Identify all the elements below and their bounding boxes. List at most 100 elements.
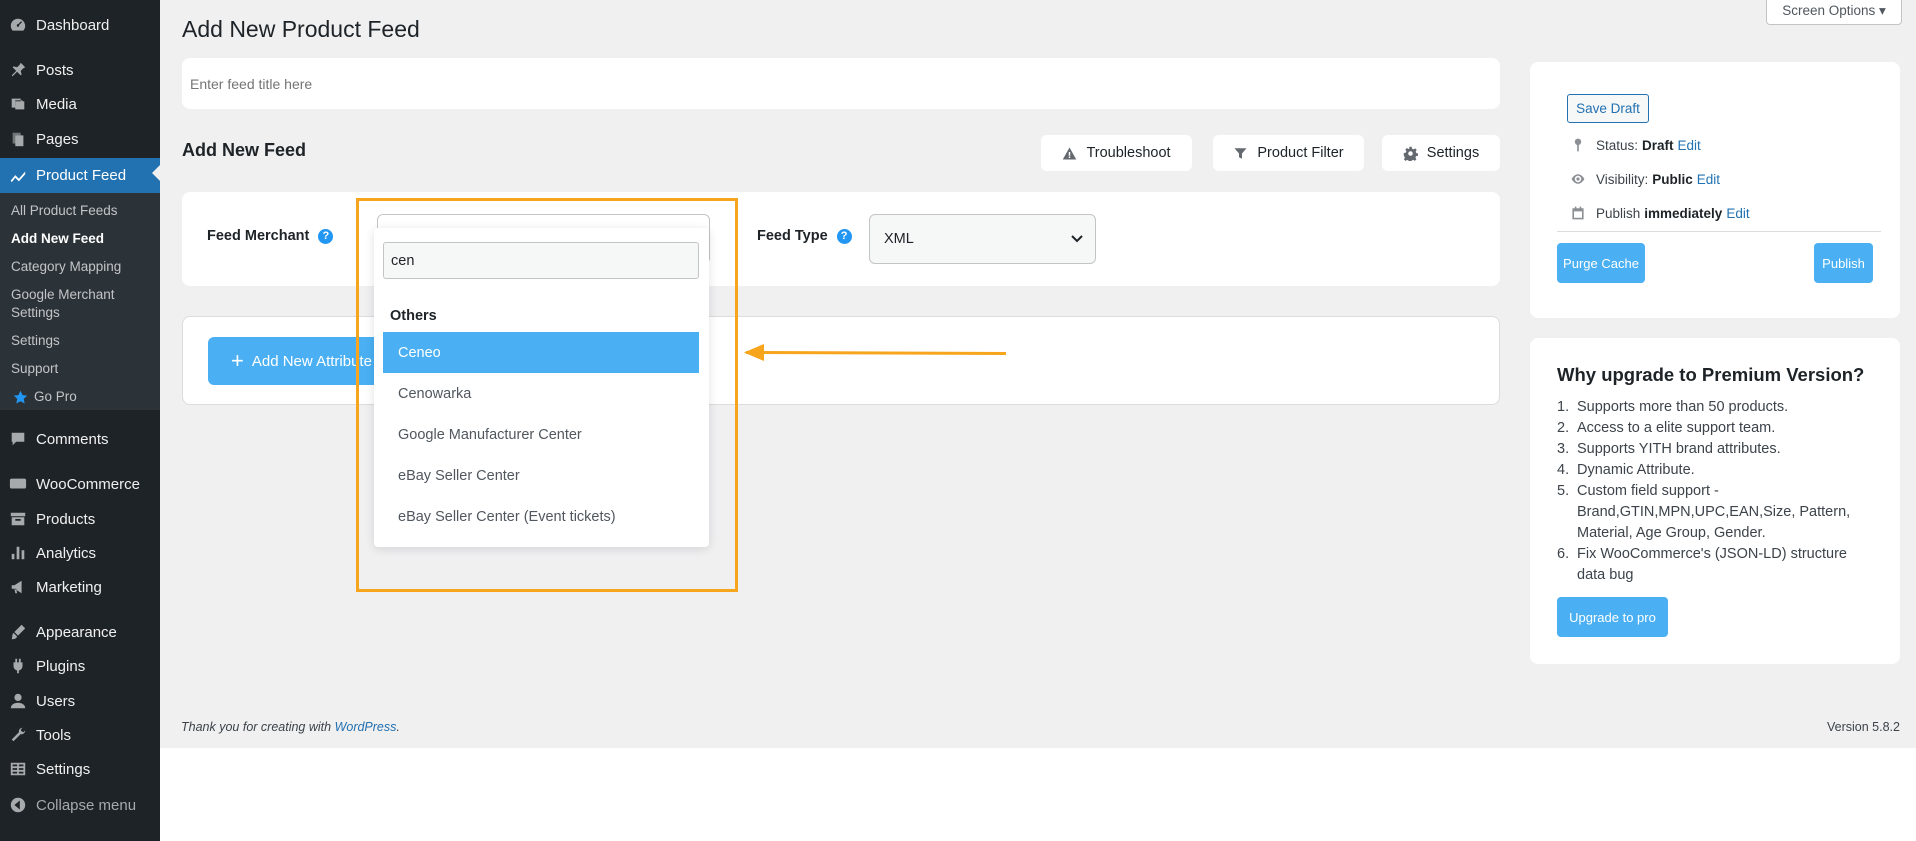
footer-period: .	[396, 720, 400, 734]
menu-users[interactable]: Users	[0, 686, 160, 716]
status-label: Status:	[1596, 137, 1639, 153]
menu-woocommerce[interactable]: WooCommerce	[0, 469, 160, 499]
feed-type-label: Feed Type ?	[757, 228, 852, 244]
help-icon[interactable]: ?	[318, 228, 334, 244]
pin-icon	[1574, 138, 1582, 152]
feed-type-select[interactable]: XML	[869, 214, 1096, 264]
submenu-go-pro[interactable]: Go Pro	[11, 388, 77, 406]
publish-label: Publish	[1596, 205, 1641, 221]
woo-icon	[9, 475, 27, 493]
menu-products[interactable]: Products	[0, 504, 160, 534]
settings-button[interactable]: Settings	[1382, 135, 1500, 171]
plug-icon	[9, 657, 27, 675]
upgrade-to-pro-button[interactable]: Upgrade to pro	[1557, 597, 1668, 637]
product-filter-label: Product Filter	[1257, 145, 1344, 161]
upgrade-list-item: 3. Supports YITH brand attributes.	[1557, 439, 1877, 460]
eye-icon	[1571, 174, 1585, 184]
menu-plugins[interactable]: Plugins	[0, 651, 160, 681]
menu-appearance-label: Appearance	[36, 623, 117, 641]
menu-settings[interactable]: Settings	[0, 754, 160, 784]
dropdown-option[interactable]: eBay Seller Center (Event tickets)	[383, 496, 699, 537]
feed-title-input[interactable]	[182, 58, 1500, 109]
menu-media[interactable]: Media	[0, 89, 160, 119]
submenu-category-mapping[interactable]: Category Mapping	[11, 258, 121, 276]
merchant-dropdown: cen Others Ceneo Cenowarka Google Manufa…	[374, 228, 709, 547]
submenu-google-merchant[interactable]: Google Merchant	[11, 286, 115, 304]
upgrade-item-text: Access to a elite support team.	[1577, 420, 1776, 436]
status-edit-link[interactable]: Edit	[1678, 138, 1701, 153]
upgrade-list-item: 4. Dynamic Attribute.	[1557, 460, 1877, 481]
upgrade-list-item: 6. Fix WooCommerce's (JSON-LD) structure …	[1557, 544, 1877, 586]
dropdown-option[interactable]: Ceneo	[383, 332, 699, 373]
upgrade-list-item: 2. Access to a elite support team.	[1557, 418, 1877, 439]
help-icon[interactable]: ?	[836, 228, 852, 244]
troubleshoot-button[interactable]: Troubleshoot	[1041, 135, 1192, 171]
submenu-go-pro-label: Go Pro	[34, 389, 77, 404]
upgrade-item-number: 2.	[1557, 420, 1570, 436]
menu-tools-label: Tools	[36, 726, 72, 744]
purge-cache-button[interactable]: Purge Cache	[1557, 243, 1645, 283]
gear-icon	[1403, 146, 1418, 161]
save-draft-button[interactable]: Save Draft	[1567, 94, 1649, 123]
publish-value: immediately	[1644, 205, 1723, 221]
submenu-settings[interactable]: Settings	[11, 332, 60, 350]
dropdown-option[interactable]: eBay Seller Center	[383, 455, 699, 496]
submenu-all-feeds[interactable]: All Product Feeds	[11, 202, 118, 220]
footer-area	[160, 748, 1916, 841]
menu-marketing-label: Marketing	[36, 578, 102, 596]
admin-sidebar: Dashboard Posts Media Pages Product Feed…	[0, 0, 160, 841]
menu-analytics[interactable]: Analytics	[0, 538, 160, 568]
status-value: Draft	[1642, 137, 1674, 153]
dropdown-option[interactable]: Google Manufacturer Center	[383, 414, 699, 455]
settings-icon	[9, 760, 27, 778]
menu-appearance[interactable]: Appearance	[0, 617, 160, 647]
upgrade-item-number: 1.	[1557, 399, 1570, 415]
menu-settings-label: Settings	[36, 760, 91, 778]
dropdown-option[interactable]: Cenowarka	[383, 373, 699, 414]
footer-thanks: Thank you for creating with WordPress.	[181, 720, 400, 734]
menu-users-label: Users	[36, 692, 76, 710]
menu-product-feed[interactable]: Product Feed	[0, 158, 160, 193]
pages-icon	[9, 130, 27, 148]
filter-icon	[1234, 147, 1247, 159]
upgrade-item-text: Supports YITH brand attributes.	[1577, 441, 1781, 457]
user-icon	[9, 692, 27, 710]
wrench-icon	[9, 726, 27, 744]
visibility-value: Public	[1652, 171, 1693, 187]
menu-media-label: Media	[36, 95, 77, 113]
menu-product-feed-label: Product Feed	[36, 167, 127, 184]
screen-options-button[interactable]: Screen Options ▾	[1766, 0, 1902, 25]
plus-icon: +	[231, 348, 244, 373]
menu-tools[interactable]: Tools	[0, 720, 160, 750]
feed-merchant-text: Feed Merchant	[207, 228, 310, 244]
visibility-edit-link[interactable]: Edit	[1697, 172, 1720, 187]
publish-divider	[1557, 231, 1881, 232]
upgrade-title: Why upgrade to Premium Version?	[1557, 364, 1865, 385]
feed-type-value: XML	[884, 231, 914, 247]
footer-version: Version 5.8.2	[1827, 720, 1900, 734]
publish-edit-link[interactable]: Edit	[1726, 206, 1749, 221]
pin-icon	[9, 61, 27, 79]
warning-icon	[1063, 147, 1077, 159]
page-title: Add New Product Feed	[182, 16, 420, 42]
menu-dashboard[interactable]: Dashboard	[0, 10, 160, 40]
menu-marketing[interactable]: Marketing	[0, 572, 160, 602]
collapse-menu[interactable]: Collapse menu	[0, 790, 160, 820]
product-filter-button[interactable]: Product Filter	[1213, 135, 1364, 171]
publish-button[interactable]: Publish	[1814, 243, 1873, 283]
brush-icon	[9, 623, 27, 641]
menu-comments[interactable]: Comments	[0, 424, 160, 454]
menu-posts[interactable]: Posts	[0, 55, 160, 85]
collapse-menu-label: Collapse menu	[36, 796, 137, 814]
submenu-google-merchant-settings[interactable]: Settings	[11, 304, 60, 322]
visibility-label: Visibility:	[1596, 171, 1649, 187]
submenu-add-new-feed[interactable]: Add New Feed	[11, 230, 104, 248]
upgrade-item-text: Supports more than 50 products.	[1577, 399, 1789, 415]
menu-pages[interactable]: Pages	[0, 124, 160, 154]
wordpress-link[interactable]: WordPress	[335, 720, 397, 734]
merchant-search-input[interactable]: cen	[383, 242, 699, 279]
feed-merchant-label: Feed Merchant ?	[207, 228, 334, 244]
submenu-support[interactable]: Support	[11, 360, 58, 378]
dropdown-group-label: Others	[390, 308, 437, 324]
bar-chart-icon	[9, 544, 27, 562]
